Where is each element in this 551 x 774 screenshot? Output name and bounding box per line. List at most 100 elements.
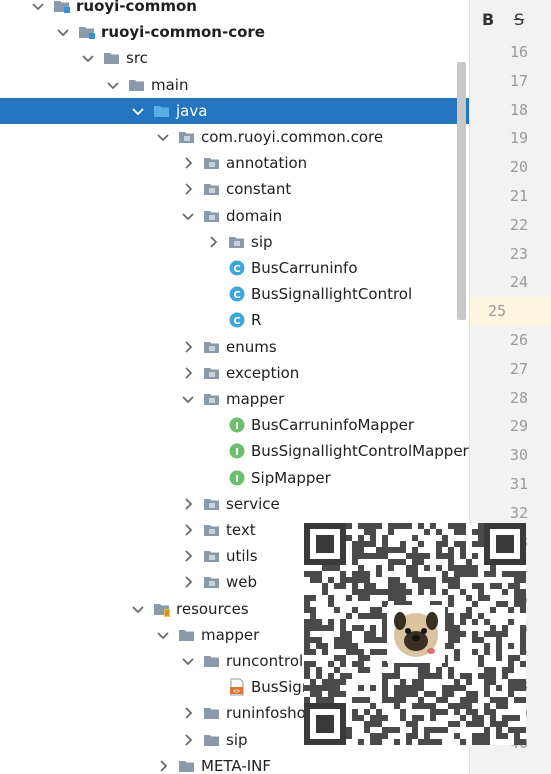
package-icon — [203, 390, 221, 408]
package-icon — [203, 180, 221, 198]
package-icon — [203, 364, 221, 382]
tree-row[interactable]: I BusSignallightControlMapper — [0, 438, 469, 464]
chevron-down-icon[interactable] — [106, 72, 120, 98]
tree-row-label: exception — [226, 363, 300, 382]
tree-row[interactable]: C BusSignallightControl — [0, 281, 469, 307]
tree-row[interactable]: constant — [0, 176, 469, 202]
chevron-down-icon[interactable] — [81, 45, 95, 71]
xml-file-icon: <> — [228, 678, 246, 696]
chevron-right-icon[interactable] — [181, 569, 195, 595]
folder-icon — [178, 757, 196, 774]
tree-row-label: resources — [176, 599, 249, 618]
line-number: 16 — [509, 43, 528, 61]
pug-avatar-icon — [387, 605, 445, 663]
resources-folder-icon — [153, 600, 171, 618]
line-number: 23 — [509, 244, 528, 263]
tree-row[interactable]: ruoyi-common-core — [0, 19, 469, 45]
folder-icon — [203, 731, 221, 749]
chevron-right-icon[interactable] — [181, 543, 195, 569]
svg-text:I: I — [235, 421, 239, 432]
package-icon — [203, 521, 221, 539]
tree-row[interactable]: service — [0, 491, 469, 517]
chevron-down-icon[interactable] — [156, 622, 170, 648]
package-icon — [203, 495, 221, 513]
package-icon — [178, 128, 196, 146]
strikethrough-button[interactable]: S — [514, 10, 524, 29]
package-icon — [203, 547, 221, 565]
chevron-down-icon[interactable] — [56, 19, 70, 45]
tree-row[interactable]: java — [0, 97, 469, 124]
bold-button[interactable]: B — [482, 10, 494, 29]
chevron-right-icon[interactable] — [181, 491, 195, 517]
svg-text:C: C — [233, 264, 240, 275]
tree-row-label: ruoyi-common-core — [101, 23, 265, 42]
tree-row[interactable]: CR — [0, 307, 469, 333]
tree-row-label: BusSignallightControlMapper — [251, 442, 469, 461]
folder-icon — [178, 626, 196, 644]
chevron-down-icon[interactable] — [181, 203, 195, 229]
line-number: 21 — [509, 187, 528, 205]
tree-row-label: text — [226, 521, 256, 539]
tree-row-label: BusCarruninfo — [251, 259, 358, 277]
tree-row[interactable]: C BusCarruninfo — [0, 255, 469, 281]
tree-row[interactable]: ruoyi-common — [0, 0, 469, 19]
tree-row[interactable]: src — [0, 45, 469, 71]
class-icon: C — [228, 259, 246, 277]
tree-row-label: BusCarruninfoMapper — [251, 416, 415, 435]
tree-row[interactable]: annotation — [0, 150, 469, 176]
chevron-down-icon[interactable] — [156, 124, 170, 150]
tree-scrollbar[interactable] — [457, 62, 466, 320]
line-number: 30 — [509, 446, 528, 465]
interface-icon: I — [228, 442, 246, 460]
line-number: 24 — [509, 273, 528, 292]
module-folder-icon — [78, 23, 96, 41]
tree-row-label: main — [151, 75, 189, 94]
tree-row-label: service — [226, 494, 280, 513]
tree-row-label: sip — [251, 232, 273, 251]
tree-row[interactable]: META-INF — [0, 753, 469, 774]
tree-row[interactable]: domain — [0, 203, 469, 229]
tree-row[interactable]: enums — [0, 334, 469, 360]
chevron-right-icon[interactable] — [181, 700, 195, 726]
source-folder-icon — [153, 102, 171, 120]
package-icon — [228, 233, 246, 251]
chevron-right-icon[interactable] — [156, 753, 170, 774]
svg-text:C: C — [233, 316, 240, 327]
package-icon — [203, 154, 221, 172]
chevron-right-icon[interactable] — [181, 334, 195, 360]
editor-toolbar: B S — [470, 0, 551, 38]
tree-row[interactable]: main — [0, 72, 469, 98]
chevron-right-icon[interactable] — [181, 360, 195, 386]
chevron-down-icon[interactable] — [181, 648, 195, 674]
folder-icon — [103, 49, 121, 67]
tree-row-label: sip — [226, 730, 248, 749]
class-icon: C — [228, 285, 246, 303]
tree-row[interactable]: sip — [0, 229, 469, 255]
svg-text:<>: <> — [233, 688, 241, 695]
chevron-down-icon[interactable] — [181, 386, 195, 412]
chevron-right-icon[interactable] — [181, 727, 195, 753]
tree-row[interactable]: mapper — [0, 386, 469, 412]
tree-row[interactable]: com.ruoyi.common.core — [0, 124, 469, 150]
tree-row[interactable]: I SipMapper — [0, 465, 469, 491]
folder-icon — [128, 76, 146, 94]
chevron-down-icon[interactable] — [31, 0, 45, 19]
package-icon — [203, 338, 221, 356]
tree-row-label: constant — [226, 180, 292, 199]
package-icon — [203, 573, 221, 591]
chevron-down-icon[interactable] — [131, 596, 145, 622]
svg-text:C: C — [233, 290, 240, 301]
tree-row[interactable]: I BusCarruninfoMapper — [0, 412, 469, 438]
svg-text:I: I — [235, 474, 239, 485]
chevron-down-icon[interactable] — [131, 98, 145, 124]
tree-row-label: com.ruoyi.common.core — [201, 128, 384, 146]
chevron-right-icon[interactable] — [181, 150, 195, 176]
chevron-right-icon[interactable] — [206, 229, 220, 255]
line-number: 31 — [509, 475, 528, 493]
line-number: 18 — [509, 100, 528, 119]
chevron-right-icon[interactable] — [181, 517, 195, 543]
chevron-right-icon[interactable] — [181, 176, 195, 202]
tree-row-label: web — [226, 573, 258, 592]
tree-row[interactable]: exception — [0, 360, 469, 386]
folder-icon — [203, 704, 221, 722]
